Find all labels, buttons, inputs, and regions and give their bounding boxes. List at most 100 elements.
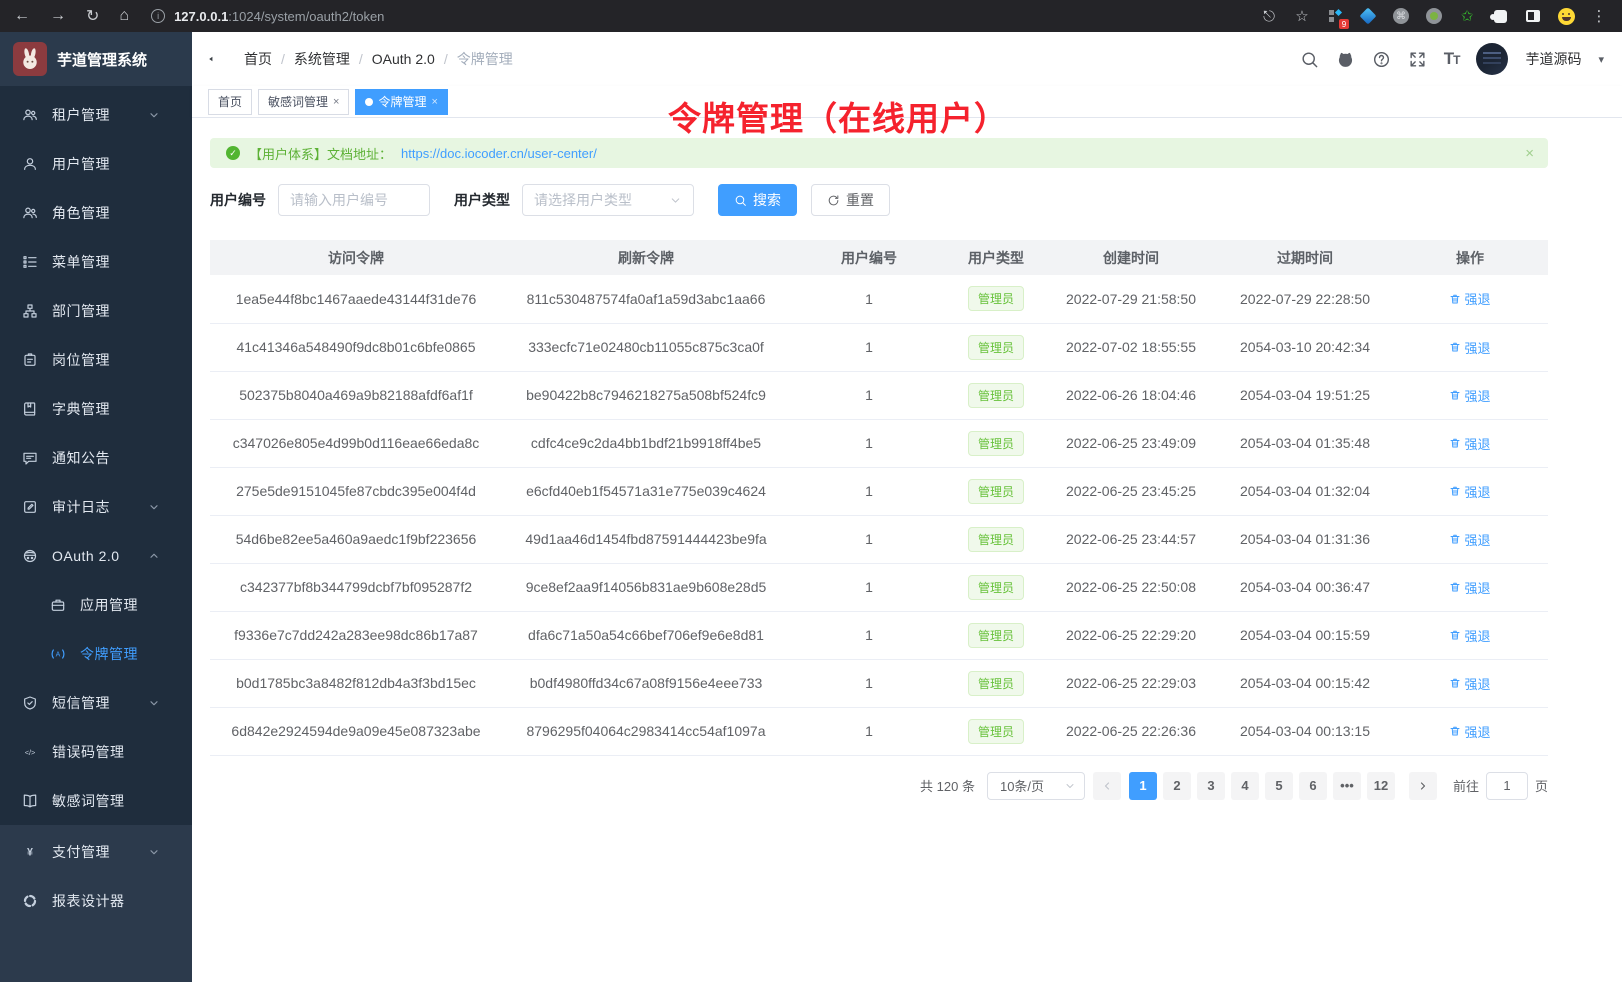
user-name[interactable]: 芋道源码 bbox=[1525, 49, 1581, 69]
user-type-cell: 管理员 bbox=[948, 659, 1044, 707]
extension-gem-icon[interactable] bbox=[1359, 7, 1377, 25]
access-token-cell: 54d6be82ee5a460a9aedc1f9bf223656 bbox=[210, 515, 502, 563]
force-logout-button[interactable]: 强退 bbox=[1449, 289, 1490, 308]
sidebar-item-audit[interactable]: 审计日志 bbox=[0, 482, 192, 531]
search-icon[interactable] bbox=[1300, 50, 1319, 69]
page-button-5[interactable]: 5 bbox=[1265, 772, 1293, 800]
search-button[interactable]: 搜索 bbox=[718, 184, 797, 216]
forward-icon[interactable]: → bbox=[50, 7, 66, 25]
page-button-3[interactable]: 3 bbox=[1197, 772, 1225, 800]
extension-record-icon[interactable] bbox=[1425, 7, 1443, 25]
page-button-6[interactable]: 6 bbox=[1299, 772, 1327, 800]
expire-time-cell: 2054-03-04 00:15:42 bbox=[1218, 659, 1392, 707]
circle-icon bbox=[22, 893, 38, 909]
page-size-select[interactable]: 10条/页 bbox=[987, 772, 1085, 800]
more-pages-button[interactable]: ••• bbox=[1333, 772, 1361, 800]
sidebar-item-report[interactable]: 报表设计器 bbox=[0, 876, 192, 925]
user-type-badge: 管理员 bbox=[968, 383, 1024, 408]
profile-avatar-icon[interactable] bbox=[1557, 7, 1575, 25]
breadcrumb-item[interactable]: OAuth 2.0 bbox=[372, 51, 435, 67]
site-info-icon[interactable]: i bbox=[151, 9, 165, 23]
alert-close-icon[interactable]: × bbox=[1525, 145, 1534, 162]
user-type-badge: 管理员 bbox=[968, 671, 1024, 696]
share-icon[interactable]: ⎋ bbox=[1260, 7, 1278, 25]
sidebar-item-pay[interactable]: ¥支付管理 bbox=[0, 827, 192, 876]
app-logo[interactable]: 芋道管理系统 bbox=[0, 32, 192, 86]
page-button-1[interactable]: 1 bbox=[1129, 772, 1157, 800]
close-icon[interactable]: × bbox=[431, 96, 437, 108]
user-id-input[interactable] bbox=[278, 184, 430, 216]
extension-pixel-icon[interactable]: 9 bbox=[1326, 7, 1344, 25]
trash-icon bbox=[1449, 677, 1461, 689]
alert-doc-link[interactable]: https://doc.iocoder.cn/user-center/ bbox=[401, 146, 597, 161]
access-token-cell: b0d1785bc3a8482f812db4a3f3bd15ec bbox=[210, 659, 502, 707]
user-id-label: 用户编号 bbox=[210, 190, 266, 210]
sidebar-item-dict[interactable]: 字典管理 bbox=[0, 384, 192, 433]
prev-page-button[interactable] bbox=[1093, 772, 1121, 800]
access-token-cell: 275e5de9151045fe87cbdc395e004f4d bbox=[210, 467, 502, 515]
bookmark-star-icon[interactable]: ☆ bbox=[1293, 7, 1311, 25]
page-button-12[interactable]: 12 bbox=[1367, 772, 1395, 800]
sidebar-item-tenant[interactable]: 租户管理 bbox=[0, 90, 192, 139]
page-button-4[interactable]: 4 bbox=[1231, 772, 1259, 800]
sidebar-item-role[interactable]: 角色管理 bbox=[0, 188, 192, 237]
extensions-puzzle-icon[interactable] bbox=[1491, 7, 1509, 25]
collapse-menu-icon[interactable] bbox=[206, 48, 228, 70]
help-icon[interactable] bbox=[1372, 50, 1391, 69]
back-icon[interactable]: ← bbox=[14, 7, 30, 25]
force-logout-button[interactable]: 强退 bbox=[1449, 626, 1490, 645]
tab-sensitive-words[interactable]: 敏感词管理× bbox=[258, 89, 349, 115]
sidebar-item-oauth2-token[interactable]: A令牌管理 bbox=[0, 629, 192, 678]
font-size-icon[interactable]: TT bbox=[1444, 49, 1460, 69]
fullscreen-icon[interactable] bbox=[1408, 50, 1427, 69]
sidebar-item-sensitive[interactable]: 敏感词管理 bbox=[0, 776, 192, 825]
force-logout-button[interactable]: 强退 bbox=[1449, 578, 1490, 597]
close-icon[interactable]: × bbox=[333, 96, 339, 108]
sidebar-item-menu[interactable]: 菜单管理 bbox=[0, 237, 192, 286]
home-icon[interactable]: ⌂ bbox=[119, 7, 129, 25]
sidebar-item-notice[interactable]: 通知公告 bbox=[0, 433, 192, 482]
browser-menu-icon[interactable]: ⋮ bbox=[1590, 7, 1608, 25]
user-avatar[interactable] bbox=[1476, 43, 1508, 75]
tab-home[interactable]: 首页 bbox=[208, 89, 252, 115]
page-number-list: 123456•••12 bbox=[1129, 772, 1401, 800]
reset-button[interactable]: 重置 bbox=[811, 184, 890, 216]
url-host: 127.0.0.1 bbox=[174, 9, 228, 24]
extension-star-icon[interactable]: ✩ bbox=[1458, 7, 1476, 25]
force-logout-button[interactable]: 强退 bbox=[1449, 482, 1490, 501]
refresh-token-cell: 811c530487574fa0af1a59d3abc1aa66 bbox=[502, 275, 790, 323]
github-icon[interactable] bbox=[1336, 50, 1355, 69]
force-logout-button[interactable]: 强退 bbox=[1449, 434, 1490, 453]
sidebar-item-oauth2-app[interactable]: 应用管理 bbox=[0, 580, 192, 629]
created-time-cell: 2022-06-25 22:29:20 bbox=[1044, 611, 1218, 659]
chevDown-icon bbox=[148, 846, 160, 858]
force-logout-button[interactable]: 强退 bbox=[1449, 338, 1490, 357]
breadcrumb-item[interactable]: 首页 bbox=[244, 49, 272, 69]
sidebar-item-sms[interactable]: 短信管理 bbox=[0, 678, 192, 727]
sidebar-item-oauth2[interactable]: OAuth 2.0 bbox=[0, 531, 192, 580]
sidebar-item-dept[interactable]: 部门管理 bbox=[0, 286, 192, 335]
tab-label: 首页 bbox=[218, 93, 242, 110]
force-logout-button[interactable]: 强退 bbox=[1449, 530, 1490, 549]
goto-page-input[interactable] bbox=[1486, 772, 1528, 800]
breadcrumb-item[interactable]: 系统管理 bbox=[294, 49, 350, 69]
address-bar[interactable]: i 127.0.0.1:1024/system/oauth2/token bbox=[151, 9, 1260, 24]
user-type-select[interactable]: 请选择用户类型 bbox=[522, 184, 694, 216]
column-header: 创建时间 bbox=[1044, 240, 1218, 275]
page-button-2[interactable]: 2 bbox=[1163, 772, 1191, 800]
caret-down-icon[interactable]: ▾ bbox=[1598, 53, 1604, 66]
next-page-button[interactable] bbox=[1409, 772, 1437, 800]
refresh-icon bbox=[827, 194, 840, 207]
force-logout-button[interactable]: 强退 bbox=[1449, 722, 1490, 741]
sidebar-item-errcode[interactable]: </>错误码管理 bbox=[0, 727, 192, 776]
force-logout-button[interactable]: 强退 bbox=[1449, 674, 1490, 693]
sidebar-item-post[interactable]: 岗位管理 bbox=[0, 335, 192, 384]
side-panel-icon[interactable] bbox=[1524, 7, 1542, 25]
tab-token-manage[interactable]: 令牌管理× bbox=[355, 89, 447, 115]
force-logout-button[interactable]: 强退 bbox=[1449, 386, 1490, 405]
extension-command-icon[interactable]: ⌘ bbox=[1392, 7, 1410, 25]
created-time-cell: 2022-06-25 23:45:25 bbox=[1044, 467, 1218, 515]
reload-icon[interactable]: ↻ bbox=[86, 6, 99, 26]
created-time-cell: 2022-07-02 18:55:55 bbox=[1044, 323, 1218, 371]
sidebar-item-user[interactable]: 用户管理 bbox=[0, 139, 192, 188]
